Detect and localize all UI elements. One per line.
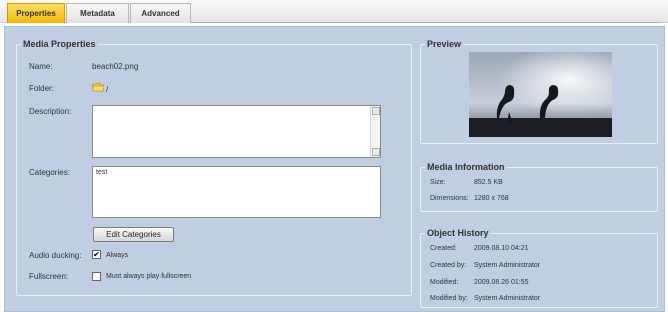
media-information-legend: Media Information (427, 162, 505, 172)
tab-properties[interactable]: Properties (7, 3, 65, 23)
name-label: Name: (29, 62, 53, 71)
audio-ducking-label: Audio ducking: (29, 251, 82, 260)
media-information-group: Media Information (420, 162, 658, 212)
tab-bar: Properties Metadata Advanced (0, 0, 668, 23)
created-value: 2009.08.10 04:21 (474, 245, 529, 252)
description-textarea[interactable] (92, 105, 381, 158)
properties-panel: Media Properties Name: beach02.png Folde… (4, 26, 665, 312)
scroll-down-button[interactable] (372, 148, 380, 156)
categories-textarea[interactable]: test (92, 166, 381, 218)
fullscreen-checkbox[interactable] (92, 272, 101, 281)
created-by-label: Created by: (430, 262, 467, 269)
audio-ducking-checkbox[interactable]: ✔ (92, 250, 101, 259)
audio-ducking-option: Always (106, 252, 129, 259)
tab-metadata[interactable]: Metadata (66, 3, 129, 23)
modified-by-label: Modified by: (430, 295, 468, 302)
folder-icon[interactable] (91, 82, 105, 94)
dimensions-value: 1280 x 768 (474, 195, 509, 202)
folder-label: Folder: (29, 84, 54, 93)
modified-by-value: System Administrator (474, 295, 541, 302)
media-properties-legend: Media Properties (23, 39, 96, 49)
fullscreen-option: Must always play fullscreen (106, 273, 192, 280)
dimensions-label: Dimensions: (430, 195, 469, 202)
fullscreen-label: Fullscreen: (29, 272, 69, 281)
preview-legend: Preview (427, 39, 462, 49)
description-label: Description: (29, 107, 72, 116)
folder-value[interactable]: / (106, 85, 108, 94)
scroll-up-button[interactable] (372, 107, 380, 115)
size-value: 852.5 KB (474, 179, 503, 186)
description-scrollbar[interactable] (370, 106, 380, 157)
tab-advanced[interactable]: Advanced (130, 3, 191, 23)
size-label: Size: (430, 179, 446, 186)
name-value: beach02.png (92, 62, 139, 71)
preview-image (469, 52, 612, 137)
categories-label: Categories: (29, 168, 70, 177)
created-by-value: System Administrator (474, 262, 541, 269)
edit-categories-button[interactable]: Edit Categories (93, 227, 174, 242)
object-history-legend: Object History (427, 228, 489, 238)
tab-bar-divider (191, 22, 660, 23)
modified-value: 2009.08.26 01:55 (474, 279, 529, 286)
modified-label: Modified: (430, 279, 459, 286)
categories-text: test (96, 169, 108, 176)
created-label: Created: (430, 245, 457, 252)
